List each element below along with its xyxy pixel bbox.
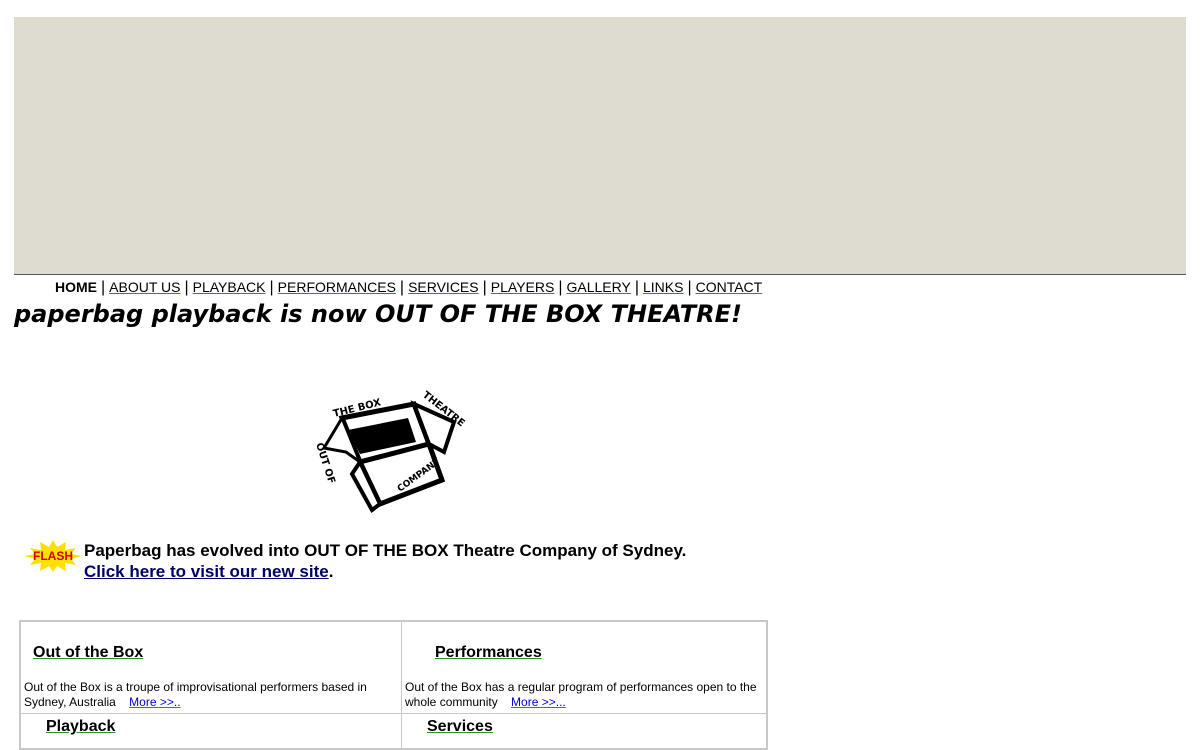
nav-gallery[interactable]: GALLERY bbox=[566, 279, 630, 295]
performances-description: Out of the Box has a regular program of … bbox=[405, 680, 757, 709]
out-of-the-box-logo: THE BOX THEATRE OUT OF COMPANY bbox=[304, 382, 484, 520]
section-title-out-of-the-box[interactable]: Out of the Box bbox=[33, 644, 143, 662]
main-nav: HOME | ABOUT US | PLAYBACK | PERFORMANCES | SERV… bbox=[55, 278, 762, 297]
nav-separator: | bbox=[184, 279, 189, 296]
nav-contact[interactable]: CONTACT bbox=[696, 279, 763, 295]
nav-links[interactable]: LINKS bbox=[643, 279, 683, 295]
section-title-services[interactable]: Services bbox=[427, 718, 493, 736]
page-headline: paperbag playback is now OUT OF THE BOX … bbox=[14, 300, 742, 328]
nav-home[interactable]: HOME bbox=[55, 279, 97, 295]
new-site-link[interactable]: Click here to visit our new site bbox=[84, 562, 329, 581]
nav-services[interactable]: SERVICES bbox=[408, 279, 479, 295]
nav-separator: | bbox=[687, 279, 692, 296]
out-of-the-box-more-link[interactable]: More >>.. bbox=[129, 695, 180, 709]
section-text-out-of-the-box: Out of the Box is a troupe of improvisat… bbox=[24, 680, 398, 710]
section-title-playback[interactable]: Playback bbox=[46, 718, 115, 736]
nav-separator: | bbox=[634, 279, 639, 296]
nav-about-us[interactable]: ABOUT US bbox=[109, 279, 180, 295]
header-banner bbox=[14, 17, 1186, 275]
flash-message: Paperbag has evolved into OUT OF THE BOX… bbox=[84, 541, 687, 560]
flash-link-suffix: . bbox=[328, 562, 334, 581]
performances-more-link[interactable]: More >>... bbox=[511, 695, 566, 709]
nav-separator: | bbox=[269, 279, 274, 296]
nav-playback[interactable]: PLAYBACK bbox=[193, 279, 266, 295]
grid-divider-horizontal bbox=[21, 713, 766, 714]
section-text-performances: Out of the Box has a regular program of … bbox=[405, 680, 760, 710]
nav-performances[interactable]: PERFORMANCES bbox=[278, 279, 396, 295]
nav-separator: | bbox=[558, 279, 563, 296]
flash-badge-icon: FLASH bbox=[24, 540, 82, 572]
flash-link-line: Click here to visit our new site. bbox=[84, 561, 686, 582]
nav-separator: | bbox=[399, 279, 405, 296]
section-title-performances[interactable]: Performances bbox=[435, 644, 542, 662]
flash-text-block: Paperbag has evolved into OUT OF THE BOX… bbox=[84, 540, 686, 582]
grid-divider-vertical bbox=[401, 622, 402, 748]
sections-grid: Out of the Box Out of the Box is a troup… bbox=[19, 620, 768, 750]
flash-badge-text: FLASH bbox=[33, 549, 73, 563]
nav-separator: | bbox=[101, 279, 106, 296]
nav-separator: | bbox=[482, 279, 487, 296]
nav-players[interactable]: PLAYERS bbox=[491, 279, 555, 295]
out-of-the-box-description: Out of the Box is a troupe of improvisat… bbox=[24, 680, 367, 709]
